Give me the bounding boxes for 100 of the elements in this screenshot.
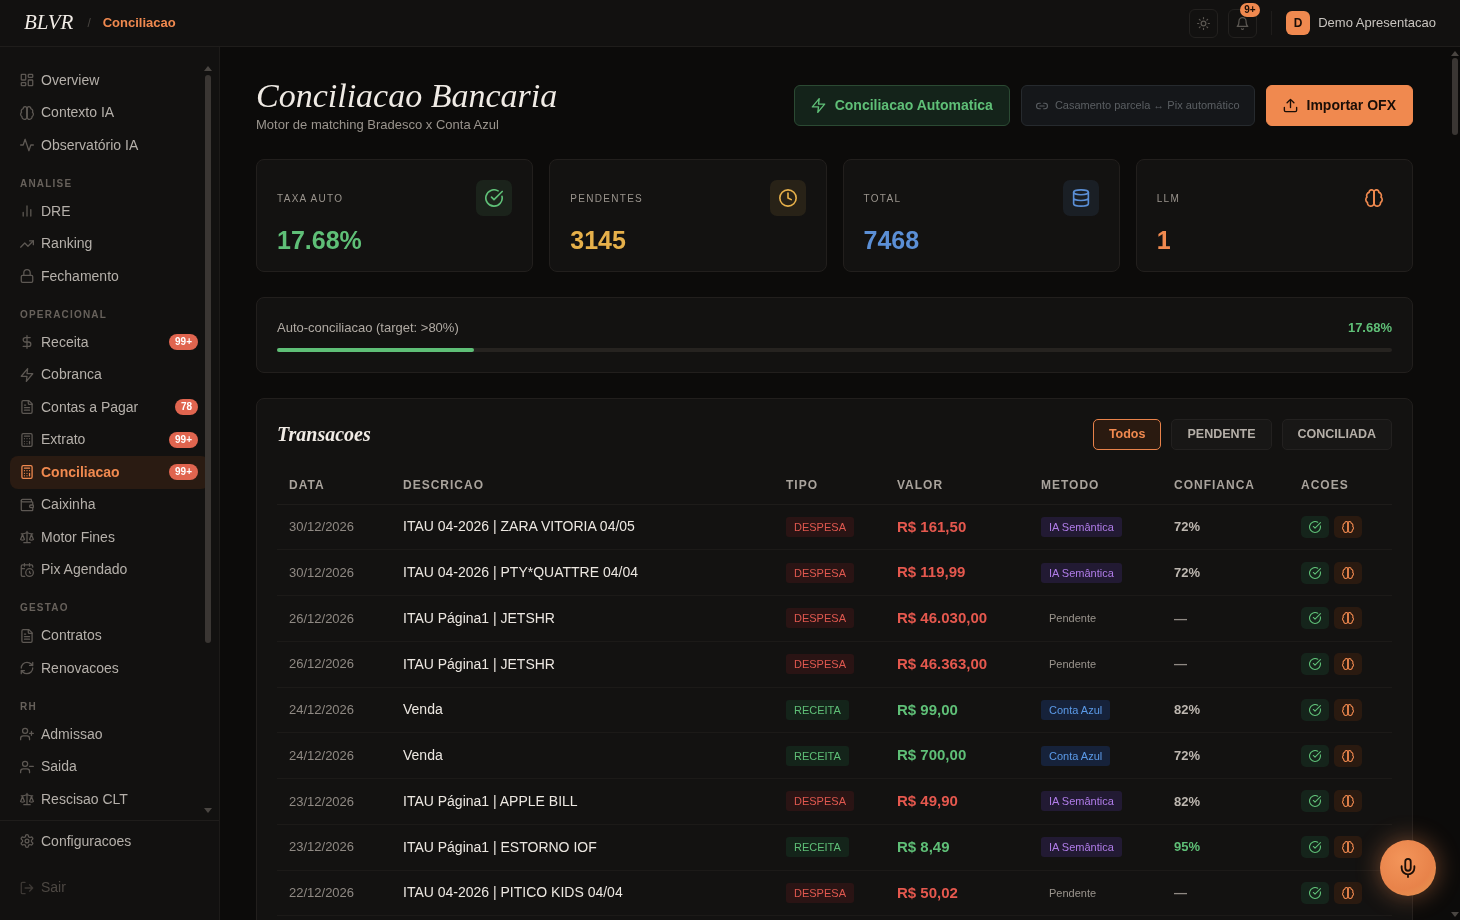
progress-value: 17.68% [1347,319,1392,337]
notification-count: 9+ [1240,2,1260,17]
confidence-text: — [1174,609,1187,628]
column-header: METODO [1040,476,1101,494]
amount-text: R$ 700,00 [897,745,967,766]
progress-label: Auto-conciliacao (target: >80%) [277,318,459,337]
sidebar-item[interactable]: Fechamento [10,260,209,293]
ai-match-button[interactable] [1334,836,1362,859]
ai-match-button[interactable] [1334,790,1362,813]
description-text: Venda [403,746,443,766]
scrollbar-thumb[interactable] [205,75,211,643]
settings-link[interactable]: Configuracoes [10,825,209,858]
ai-match-button[interactable] [1334,698,1362,721]
column-header: VALOR [896,476,945,494]
check-circle-icon [1309,703,1321,716]
filter-tab[interactable]: Todos [1092,418,1162,450]
brain-icon [1342,841,1354,854]
app-logo[interactable]: BLVR [24,7,74,39]
sidebar-item[interactable]: DRE [10,195,209,228]
bar-chart-icon [20,204,34,219]
ai-match-button[interactable] [1334,607,1362,630]
check-circle-icon [1309,520,1321,533]
sidebar-item[interactable]: Observatório IA [10,129,209,162]
amount-text: R$ 50,02 [897,882,958,903]
brain-icon [1342,566,1354,579]
count-badge: 78 [174,399,198,416]
voice-button[interactable] [1380,840,1436,896]
ai-match-button[interactable] [1334,744,1362,767]
method-badge: Conta Azul [1041,745,1111,766]
user-avatar[interactable]: D [1286,11,1311,35]
approve-button[interactable] [1301,653,1329,676]
ai-match-button[interactable] [1334,881,1362,904]
sidebar-item[interactable]: Contas a Pagar 78 [10,391,209,424]
ai-match-button[interactable] [1334,515,1362,538]
microphone-icon [1398,857,1418,879]
section-title: Transacoes [277,422,371,447]
sidebar-item[interactable]: Caixinha [10,488,209,521]
import-button[interactable]: Importar OFX [1265,85,1413,126]
confidence-text: 72% [1174,518,1201,537]
approve-button[interactable] [1301,881,1329,904]
description-text: ITAU Página1 | JETSHR [403,654,555,674]
sidebar-item[interactable]: Receita 99+ [10,326,209,359]
approve-button[interactable] [1301,607,1329,630]
confidence-text: 72% [1174,563,1201,582]
user-name[interactable]: Demo Apresentacao [1318,13,1436,33]
approve-button[interactable] [1301,561,1329,584]
sidebar-item[interactable]: Motor Fines [10,521,209,554]
approve-button[interactable] [1301,836,1329,859]
confidence-text: 72% [1174,746,1201,765]
sidebar-item[interactable]: Contratos [10,619,209,652]
sidebar-item[interactable]: Contexto IA [10,96,209,129]
count-badge: 99+ [169,464,198,481]
approve-button[interactable] [1301,515,1329,538]
column-header: CONFIANCA [1173,476,1256,494]
confidence-text: — [1174,884,1187,903]
document-icon [20,628,34,643]
lightning-icon [810,98,826,113]
method-text: Pendente [1048,657,1098,673]
sidebar-item[interactable]: Overview [10,64,209,97]
filter-tab[interactable]: PENDENTE [1171,418,1272,450]
sidebar-item[interactable]: Extrato 99+ [10,423,209,456]
confidence-text: 95% [1174,838,1201,857]
sidebar-item[interactable]: Rescisao CLT [10,783,209,816]
auto-reconcile-button[interactable]: Conciliacao Automatica [793,85,1010,126]
ai-match-button[interactable] [1334,561,1362,584]
theme-toggle-button[interactable] [1189,8,1219,38]
sidebar-item[interactable]: Saida [10,750,209,783]
sidebar-item[interactable]: Admissao [10,718,209,751]
method-text: Pendente [1048,611,1098,627]
type-badge: RECEITA [786,699,849,720]
sidebar-item[interactable]: Renovacoes [10,652,209,685]
scrollbar-thumb[interactable] [1452,58,1458,135]
column-header: TIPO [785,476,819,494]
settings-icon [20,834,34,849]
confidence-text: — [1174,655,1187,674]
amount-text: R$ 49,90 [897,791,958,812]
method-badge: IA Semântica [1041,516,1122,537]
sidebar-item[interactable]: Ranking [10,227,209,260]
ai-match-button[interactable] [1334,653,1362,676]
sidebar-item[interactable]: Cobranca [10,358,209,391]
wallet-icon [20,497,34,512]
section-heading: ANALISE [19,177,74,190]
method-badge: IA Semântica [1041,837,1122,858]
brain-icon [1342,658,1354,671]
stat-label: LLM [1156,191,1181,206]
section-heading: OPERACIONAL [19,308,109,321]
dashboard-icon [20,73,34,88]
method-badge: IA Semântica [1041,562,1122,583]
approve-button[interactable] [1301,790,1329,813]
bell-icon [1236,16,1250,30]
approve-button[interactable] [1301,698,1329,721]
confidence-text: 82% [1174,701,1201,720]
description-text: ITAU 04-2026 | PTY*QUATTRE 04/04 [403,563,638,583]
brain-icon [1342,612,1354,625]
approve-button[interactable] [1301,744,1329,767]
column-header: DESCRICAO [402,476,485,494]
filter-tab[interactable]: CONCILIADA [1281,418,1392,450]
sidebar-item[interactable]: Pix Agendado [10,553,209,586]
scale-icon [20,530,34,545]
brain-icon [1342,520,1354,533]
